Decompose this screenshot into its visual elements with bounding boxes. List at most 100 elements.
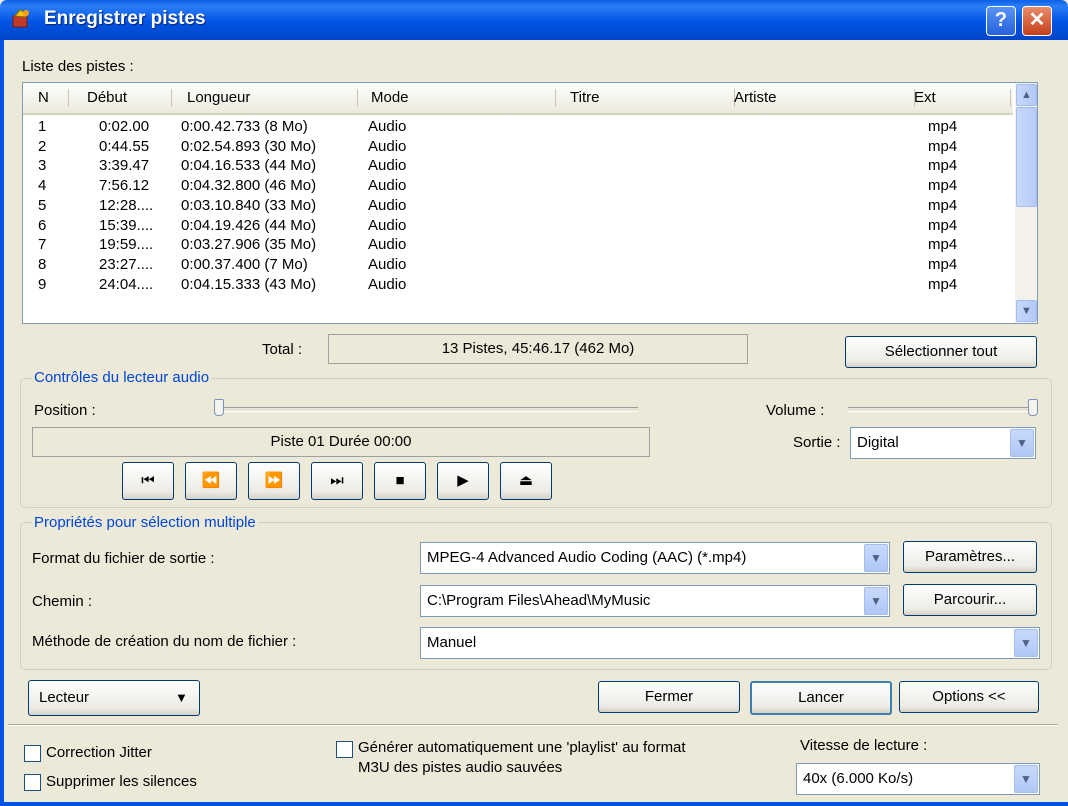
play-button[interactable]: ▶ <box>437 462 489 500</box>
cell-ext: mp4 <box>928 255 958 273</box>
playlist-checkbox[interactable] <box>336 741 353 758</box>
record-tracks-window: Enregistrer pistes ? ✕ Liste des pistes … <box>0 0 1068 806</box>
cell-mode: Audio <box>368 137 407 155</box>
table-row[interactable]: 2 0:44.55 0:02.54.893 (30 Mo) Audio mp4 <box>23 138 1013 157</box>
cell-mode: Audio <box>368 196 407 214</box>
jitter-label: Correction Jitter <box>46 744 152 761</box>
table-row[interactable]: 3 3:39.47 0:04.16.533 (44 Mo) Audio mp4 <box>23 157 1013 176</box>
chevron-down-icon[interactable]: ▼ <box>864 544 888 572</box>
close-button[interactable]: Fermer <box>598 681 740 713</box>
cell-length: 0:02.54.893 (30 Mo) <box>181 137 317 155</box>
scrollbar-thumb[interactable] <box>1016 107 1037 207</box>
table-row[interactable]: 8 23:27.... 0:00.37.400 (7 Mo) Audio mp4 <box>23 256 1013 275</box>
cell-n: 2 <box>38 137 47 155</box>
format-select[interactable]: MPEG-4 Advanced Audio Coding (AAC) (*.mp… <box>420 542 890 574</box>
naming-method-label: Méthode de création du nom de fichier : <box>32 633 297 650</box>
read-speed-select[interactable]: 40x (6.000 Ko/s) ▼ <box>796 763 1040 795</box>
cell-start: 12:28.... <box>99 196 154 214</box>
table-row[interactable]: 1 0:02.00 0:00.42.733 (8 Mo) Audio mp4 <box>23 118 1013 137</box>
column-divider[interactable] <box>555 89 556 107</box>
table-row[interactable]: 9 24:04.... 0:04.15.333 (43 Mo) Audio mp4 <box>23 276 1013 295</box>
column-divider[interactable] <box>357 89 358 107</box>
column-header-artist[interactable]: Artiste <box>734 89 777 106</box>
playlist-label-line2: M3U des pistes audio sauvées <box>358 759 563 776</box>
chevron-down-icon[interactable]: ▼ <box>1014 629 1038 657</box>
cell-start: 0:02.00 <box>99 118 150 135</box>
column-header-ext[interactable]: Ext <box>914 89 936 106</box>
output-label: Sortie : <box>793 434 841 451</box>
path-label: Chemin : <box>32 593 93 610</box>
cell-start: 7:56.12 <box>99 177 150 195</box>
cell-n: 7 <box>38 236 47 254</box>
cell-length: 0:04.32.800 (46 Mo) <box>181 177 317 195</box>
position-slider[interactable] <box>218 407 638 412</box>
output-select[interactable]: Digital ▼ <box>850 427 1036 459</box>
chevron-down-icon[interactable]: ▼ <box>1010 429 1034 457</box>
player-menu-button[interactable]: Lecteur ▼ <box>28 680 200 716</box>
silence-checkbox[interactable] <box>24 774 41 791</box>
path-select[interactable]: C:\Program Files\Ahead\MyMusic ▼ <box>420 585 890 617</box>
chevron-down-icon[interactable]: ▼ <box>1014 765 1038 793</box>
arrow-up-icon[interactable]: ▲ <box>1016 84 1037 106</box>
fast-forward-button[interactable]: ⏩ <box>248 462 300 500</box>
title-bar: Enregistrer pistes ? ✕ <box>0 0 1068 40</box>
format-label: Format du fichier de sortie : <box>32 550 215 567</box>
table-row[interactable]: 7 19:59.... 0:03.27.906 (35 Mo) Audio mp4 <box>23 236 1013 255</box>
column-header-length[interactable]: Longueur <box>187 89 250 106</box>
skip-next-button[interactable]: ⏭ <box>311 462 363 500</box>
cell-length: 0:03.27.906 (35 Mo) <box>181 236 317 254</box>
volume-slider[interactable] <box>848 407 1036 412</box>
separator <box>8 724 1058 726</box>
jitter-checkbox[interactable] <box>24 745 41 762</box>
table-row[interactable]: 4 7:56.12 0:04.32.800 (46 Mo) Audio mp4 <box>23 177 1013 196</box>
cell-ext: mp4 <box>928 137 958 155</box>
column-divider[interactable] <box>68 89 69 107</box>
column-header-mode[interactable]: Mode <box>371 89 409 106</box>
column-header-n[interactable]: N <box>38 89 49 106</box>
cell-n: 5 <box>38 196 47 214</box>
help-button[interactable]: ? <box>986 6 1016 36</box>
tracklist-label: Liste des pistes : <box>22 58 134 75</box>
options-toggle-button[interactable]: Options << <box>899 681 1039 713</box>
volume-slider-thumb[interactable] <box>1028 399 1038 416</box>
start-button[interactable]: Lancer <box>750 681 892 715</box>
rewind-button[interactable]: ⏪ <box>185 462 237 500</box>
chevron-down-icon[interactable]: ▼ <box>864 587 888 615</box>
volume-label: Volume : <box>766 402 825 419</box>
total-label: Total : <box>262 341 303 358</box>
naming-method-select[interactable]: Manuel ▼ <box>420 627 1040 659</box>
select-all-button[interactable]: Sélectionner tout <box>845 336 1037 368</box>
cell-start: 24:04.... <box>99 275 154 293</box>
format-select-value: MPEG-4 Advanced Audio Coding (AAC) (*.mp… <box>427 549 747 566</box>
skip-previous-button[interactable]: ⏮ <box>122 462 174 500</box>
cell-mode: Audio <box>368 255 407 273</box>
cell-mode: Audio <box>368 216 407 234</box>
cell-mode: Audio <box>368 177 407 195</box>
parameters-button[interactable]: Paramètres... <box>903 541 1037 573</box>
cell-start: 0:44.55 <box>99 137 150 155</box>
cell-length: 0:00.37.400 (7 Mo) <box>181 255 308 273</box>
cell-length: 0:04.16.533 (44 Mo) <box>181 157 317 175</box>
stop-button[interactable]: ■ <box>374 462 426 500</box>
column-divider[interactable] <box>1010 89 1011 107</box>
cell-mode: Audio <box>368 236 407 254</box>
close-window-button[interactable]: ✕ <box>1022 6 1052 36</box>
position-slider-thumb[interactable] <box>214 399 224 416</box>
eject-button[interactable]: ⏏ <box>500 462 552 500</box>
column-divider[interactable] <box>171 89 172 107</box>
track-list[interactable]: N Début Longueur Mode Titre Artiste Ext … <box>22 82 1038 324</box>
read-speed-label: Vitesse de lecture : <box>800 737 928 754</box>
table-row[interactable]: 6 15:39.... 0:04.19.426 (44 Mo) Audio mp4 <box>23 217 1013 236</box>
column-header-start[interactable]: Début <box>87 89 127 106</box>
cell-ext: mp4 <box>928 236 958 254</box>
column-header-title[interactable]: Titre <box>570 89 599 106</box>
track-list-header: N Début Longueur Mode Titre Artiste Ext <box>23 83 1013 115</box>
total-field: 13 Pistes, 45:46.17 (462 Mo) <box>328 334 748 364</box>
cell-start: 19:59.... <box>99 236 154 254</box>
track-list-scrollbar[interactable]: ▲ ▼ <box>1015 83 1037 323</box>
table-row[interactable]: 5 12:28.... 0:03.10.840 (33 Mo) Audio mp4 <box>23 197 1013 216</box>
cell-start: 3:39.47 <box>99 157 150 175</box>
cell-mode: Audio <box>368 118 407 135</box>
browse-button[interactable]: Parcourir... <box>903 584 1037 616</box>
arrow-down-icon[interactable]: ▼ <box>1016 300 1037 322</box>
